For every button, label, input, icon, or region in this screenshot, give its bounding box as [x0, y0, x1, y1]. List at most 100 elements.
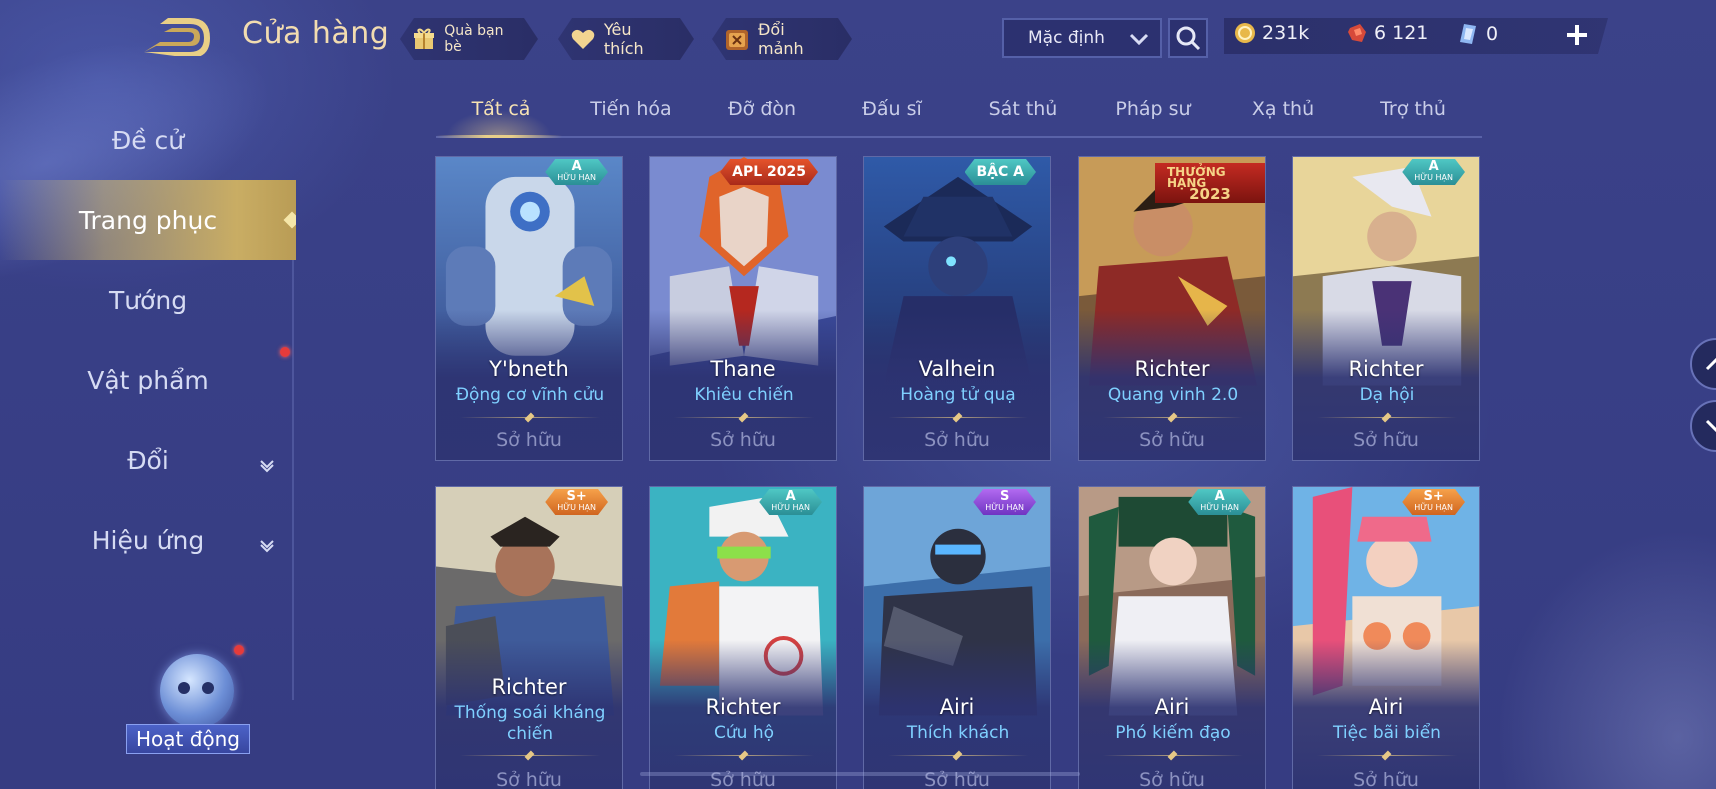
hero-name: Thane — [710, 357, 776, 381]
chevron-down-icon — [1705, 419, 1716, 433]
activity-button[interactable]: Hoạt động — [124, 650, 254, 780]
search-icon — [1176, 26, 1201, 51]
sidebar-item-skins[interactable]: Trang phục — [0, 180, 296, 260]
role-tabs: Tất cả Tiến hóa Đỡ đòn Đấu sĩ Sát thủ Ph… — [436, 92, 1482, 138]
chevron-down-icon — [258, 450, 276, 479]
skin-name: Cứu hộ — [714, 723, 774, 743]
gold-amount: 231k — [1262, 22, 1310, 44]
sidebar-item-label: Vật phẩm — [87, 365, 209, 395]
tier-badge: A HỮU HẠN — [545, 159, 608, 185]
skin-card[interactable]: S HỮU HẠN Airi Thích khách Sở hữu — [863, 486, 1051, 789]
top-up-button[interactable] — [1560, 18, 1594, 52]
skin-card[interactable]: APL 2025 Thane Khiêu chiến Sở hữu — [649, 156, 837, 461]
sort-dropdown[interactable]: Mặc định — [1002, 18, 1162, 58]
owned-status: Sở hữu — [1353, 429, 1419, 451]
plus-icon — [1567, 25, 1587, 45]
skin-card[interactable]: THƯỞNG HẠNG 2023 Richter Quang vinh 2.0 S… — [1078, 156, 1266, 461]
scroll-down-button[interactable] — [1690, 400, 1716, 452]
skin-card[interactable]: A HỮU HẠN Y'bneth Động cơ vĩnh cửu Sở hữu — [435, 156, 623, 461]
sidebar-item-heroes[interactable]: Tướng — [0, 260, 296, 340]
skin-card[interactable]: S+ HỮU HẠN Richter Thống soái kháng chiến… — [435, 486, 623, 789]
sidebar-item-label: Hiệu ứng — [91, 525, 205, 555]
sidebar-item-effects[interactable]: Hiệu ứng — [0, 500, 296, 580]
skin-card[interactable]: A HỮU HẠN Richter Cứu hộ Sở hữu — [649, 486, 837, 789]
tab-mage[interactable]: Pháp sư — [1088, 98, 1218, 120]
hero-name: Airi — [939, 695, 975, 719]
shop-screen: Cửa hàng Quà bạn bè Yêu thích Đổi mảnh M… — [0, 0, 1716, 789]
sidebar-item-label: Đổi — [127, 445, 169, 475]
card-separator — [674, 417, 814, 418]
skin-name: Thống soái kháng chiến — [454, 703, 606, 744]
grid-scrollbar[interactable] — [640, 772, 1080, 776]
skin-grid: A HỮU HẠN Y'bneth Động cơ vĩnh cửu Sở hữu… — [435, 156, 1485, 789]
tier-badge: A HỮU HẠN — [759, 489, 822, 515]
tab-assassin[interactable]: Sát thủ — [958, 98, 1088, 120]
tab-fighter[interactable]: Đấu sĩ — [827, 98, 957, 120]
sidebar-item-exchange[interactable]: Đổi — [0, 420, 296, 500]
card-separator — [1103, 755, 1243, 756]
skin-name: Tiệc bãi biển — [1333, 723, 1441, 743]
tab-marksman[interactable]: Xạ thủ — [1218, 98, 1348, 120]
card-separator — [1317, 755, 1457, 756]
card-separator — [888, 755, 1028, 756]
favorite-label: Yêu thích — [603, 20, 644, 58]
tab-support[interactable]: Trợ thủ — [1348, 98, 1478, 120]
tab-evolution[interactable]: Tiến hóa — [566, 98, 696, 120]
card-separator — [1103, 417, 1243, 418]
back-button[interactable] — [138, 16, 210, 58]
tab-tank[interactable]: Đỡ đòn — [697, 98, 827, 120]
gold-currency: 231k — [1234, 22, 1309, 44]
skin-name: Khiêu chiến — [694, 385, 794, 405]
skin-card[interactable]: BẬC A Valhein Hoàng tử quạ Sở hữu — [863, 156, 1051, 461]
skin-card[interactable]: A HỮU HẠN Airi Phó kiếm đạo Sở hữu — [1078, 486, 1266, 789]
scroll-up-button[interactable] — [1690, 338, 1716, 390]
red-voucher-icon — [1348, 24, 1366, 42]
owned-status: Sở hữu — [1353, 769, 1419, 789]
active-marker — [283, 211, 296, 229]
back-arrow-icon — [144, 18, 210, 58]
tier-badge: S+ HỮU HẠN — [1402, 489, 1465, 515]
tab-all[interactable]: Tất cả — [436, 98, 566, 120]
sidebar-item-items[interactable]: Vật phẩm — [0, 340, 296, 420]
owned-status: Sở hữu — [710, 429, 776, 451]
skin-name: Phó kiếm đạo — [1115, 723, 1231, 743]
background-glow — [1496, 529, 1716, 789]
friend-gift-button[interactable]: Quà bạn bè — [400, 18, 538, 60]
search-button[interactable] — [1168, 18, 1208, 58]
card-separator — [674, 755, 814, 756]
owned-status: Sở hữu — [1139, 429, 1205, 451]
friend-gift-label: Quà bạn bè — [444, 23, 504, 55]
voucher-amount: 6 121 — [1374, 22, 1429, 44]
tier-badge: BẬC A — [965, 159, 1037, 185]
page-title: Cửa hàng — [242, 16, 390, 51]
skin-name: Động cơ vĩnh cửu — [455, 385, 605, 405]
skin-name: Hoàng tử quạ — [900, 385, 1016, 405]
activity-label: Hoạt động — [126, 724, 250, 754]
top-bar: Cửa hàng Quà bạn bè Yêu thích Đổi mảnh M… — [0, 0, 1716, 76]
favorite-button[interactable]: Yêu thích — [558, 18, 694, 60]
owned-status: Sở hữu — [924, 429, 990, 451]
sidebar-item-featured[interactable]: Đề cử — [0, 100, 296, 180]
skin-card[interactable]: S+ HỮU HẠN Airi Tiệc bãi biển Sở hữu — [1292, 486, 1480, 789]
heart-icon — [570, 26, 596, 52]
sidebar-item-label: Đề cử — [111, 125, 185, 155]
tier-badge: A HỮU HẠN — [1402, 159, 1465, 185]
card-separator — [1317, 417, 1457, 418]
card-separator — [888, 417, 1028, 418]
card-separator — [460, 417, 600, 418]
hero-name: Richter — [705, 695, 781, 719]
sort-value: Mặc định — [1028, 28, 1105, 48]
owned-status: Sở hữu — [496, 429, 562, 451]
skin-name: Thích khách — [906, 723, 1010, 743]
hero-name: Y'bneth — [489, 357, 569, 381]
owned-status: Sở hữu — [1139, 769, 1205, 789]
skin-card[interactable]: A HỮU HẠN Richter Dạ hội Sở hữu — [1292, 156, 1480, 461]
active-tab-underline — [436, 135, 562, 138]
skin-name: Dạ hội — [1359, 385, 1415, 405]
chevron-down-icon — [258, 530, 276, 559]
tier-badge: A HỮU HẠN — [1188, 489, 1251, 515]
hero-name: Richter — [491, 675, 567, 699]
chevron-up-icon — [1705, 357, 1716, 371]
exchange-fragments-button[interactable]: Đổi mảnh — [712, 18, 852, 60]
card-separator — [460, 755, 600, 756]
